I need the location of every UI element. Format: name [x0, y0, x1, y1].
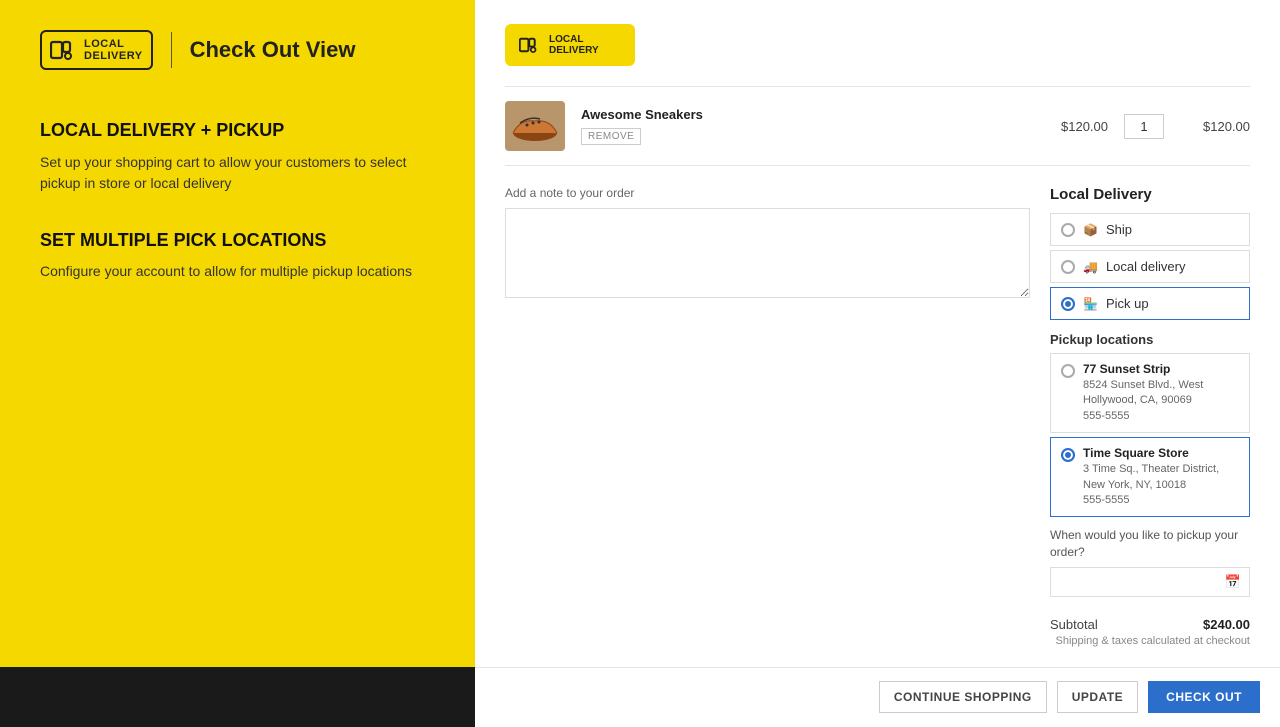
- delivery-section: Local Delivery 📦 Ship 🚚 Local delivery 🏪: [1050, 186, 1250, 647]
- cart-body: Add a note to your order Local Delivery …: [505, 186, 1250, 647]
- pickup-date-label: When would you like to pickup your order…: [1050, 527, 1250, 561]
- notes-section: Add a note to your order: [505, 186, 1030, 647]
- delivery-option-ship[interactable]: 📦 Ship: [1050, 213, 1250, 246]
- checkout-button[interactable]: CHECK OUT: [1148, 681, 1260, 713]
- footer-left-dark: [0, 667, 475, 727]
- shop-logo-text: LOCAL DELIVERY: [549, 34, 599, 56]
- pickup-locations-title: Pickup locations: [1050, 332, 1250, 347]
- truck-icon: 🚚: [1083, 260, 1098, 274]
- item-price: $120.00: [1038, 119, 1108, 134]
- header-divider: [171, 32, 172, 68]
- location-sunset-info: 77 Sunset Strip 8524 Sunset Blvd., West …: [1083, 362, 1239, 424]
- right-panel: LOCAL DELIVERY: [475, 0, 1280, 667]
- radio-ship[interactable]: [1061, 223, 1075, 237]
- subtotal-row: Subtotal $240.00: [1050, 609, 1250, 632]
- item-image: [505, 101, 565, 151]
- logo-text: LOCAL DELIVERY: [84, 38, 143, 62]
- radio-sunset[interactable]: [1061, 364, 1075, 378]
- footer-buttons: CONTINUE SHOPPING UPDATE CHECK OUT: [475, 667, 1280, 727]
- radio-pickup[interactable]: [1061, 297, 1075, 311]
- feature-multiple-locations: SET MULTIPLE PICK LOCATIONS Configure yo…: [40, 230, 435, 283]
- left-header: LOCAL DELIVERY Check Out View: [40, 30, 435, 70]
- pickup-icon: 🏪: [1083, 297, 1098, 311]
- notes-textarea[interactable]: [505, 208, 1030, 298]
- delivery-option-pickup[interactable]: 🏪 Pick up: [1050, 287, 1250, 320]
- shop-logo-icon: [519, 36, 541, 54]
- shop-logo: LOCAL DELIVERY: [505, 24, 635, 66]
- shop-logo-local: LOCAL: [549, 34, 599, 45]
- item-name: Awesome Sneakers: [581, 107, 1022, 122]
- location-timesquare-info: Time Square Store 3 Time Sq., Theater Di…: [1083, 446, 1239, 508]
- pickup-date-input[interactable]: 📅: [1050, 567, 1250, 597]
- location-timesquare-address: 3 Time Sq., Theater District, New York, …: [1083, 462, 1239, 493]
- ship-icon: 📦: [1083, 223, 1098, 237]
- logo-box: LOCAL DELIVERY: [40, 30, 153, 70]
- header-title: Check Out View: [190, 37, 356, 63]
- delivery-option-local[interactable]: 🚚 Local delivery: [1050, 250, 1250, 283]
- cart-item: Awesome Sneakers REMOVE $120.00 1 $120.0…: [505, 86, 1250, 166]
- feature-desc-2: Configure your account to allow for mult…: [40, 261, 435, 282]
- subtotal-amount: $240.00: [1203, 617, 1250, 632]
- footer-row: CONTINUE SHOPPING UPDATE CHECK OUT: [0, 667, 1280, 727]
- item-total: $120.00: [1180, 119, 1250, 134]
- feature-title-2: SET MULTIPLE PICK LOCATIONS: [40, 230, 435, 252]
- feature-desc-1: Set up your shopping cart to allow your …: [40, 152, 435, 194]
- location-sunset-address: 8524 Sunset Blvd., West Hollywood, CA, 9…: [1083, 378, 1239, 409]
- location-timesquare[interactable]: Time Square Store 3 Time Sq., Theater Di…: [1050, 437, 1250, 517]
- ship-label: Ship: [1106, 222, 1132, 237]
- item-quantity[interactable]: 1: [1124, 114, 1164, 139]
- location-timesquare-name: Time Square Store: [1083, 446, 1239, 460]
- item-info: Awesome Sneakers REMOVE: [581, 107, 1022, 145]
- location-timesquare-phone: 555-5555: [1083, 493, 1239, 508]
- location-sunset-phone: 555-5555: [1083, 409, 1239, 424]
- shop-logo-delivery: DELIVERY: [549, 45, 599, 56]
- delivery-title: Local Delivery: [1050, 186, 1250, 203]
- notes-label: Add a note to your order: [505, 186, 1030, 200]
- update-button[interactable]: UPDATE: [1057, 681, 1138, 713]
- feature-title-1: LOCAL DELIVERY + PICKUP: [40, 120, 435, 142]
- sneaker-image: [505, 101, 565, 151]
- feature-local-delivery: LOCAL DELIVERY + PICKUP Set up your shop…: [40, 120, 435, 194]
- item-remove-button[interactable]: REMOVE: [581, 128, 641, 145]
- left-panel: LOCAL DELIVERY Check Out View LOCAL DELI…: [0, 0, 475, 667]
- tax-note: Shipping & taxes calculated at checkout: [1050, 635, 1250, 647]
- calendar-icon: 📅: [1225, 574, 1241, 590]
- radio-timesquare[interactable]: [1061, 448, 1075, 462]
- continue-shopping-button[interactable]: CONTINUE SHOPPING: [879, 681, 1047, 713]
- subtotal-label: Subtotal: [1050, 617, 1098, 632]
- location-sunset-name: 77 Sunset Strip: [1083, 362, 1239, 376]
- logo-icon: [50, 39, 78, 61]
- local-label: Local delivery: [1106, 259, 1186, 274]
- location-sunset[interactable]: 77 Sunset Strip 8524 Sunset Blvd., West …: [1050, 353, 1250, 433]
- pickup-label: Pick up: [1106, 296, 1149, 311]
- logo-local: LOCAL: [84, 38, 143, 50]
- radio-local[interactable]: [1061, 260, 1075, 274]
- logo-delivery: DELIVERY: [84, 50, 143, 62]
